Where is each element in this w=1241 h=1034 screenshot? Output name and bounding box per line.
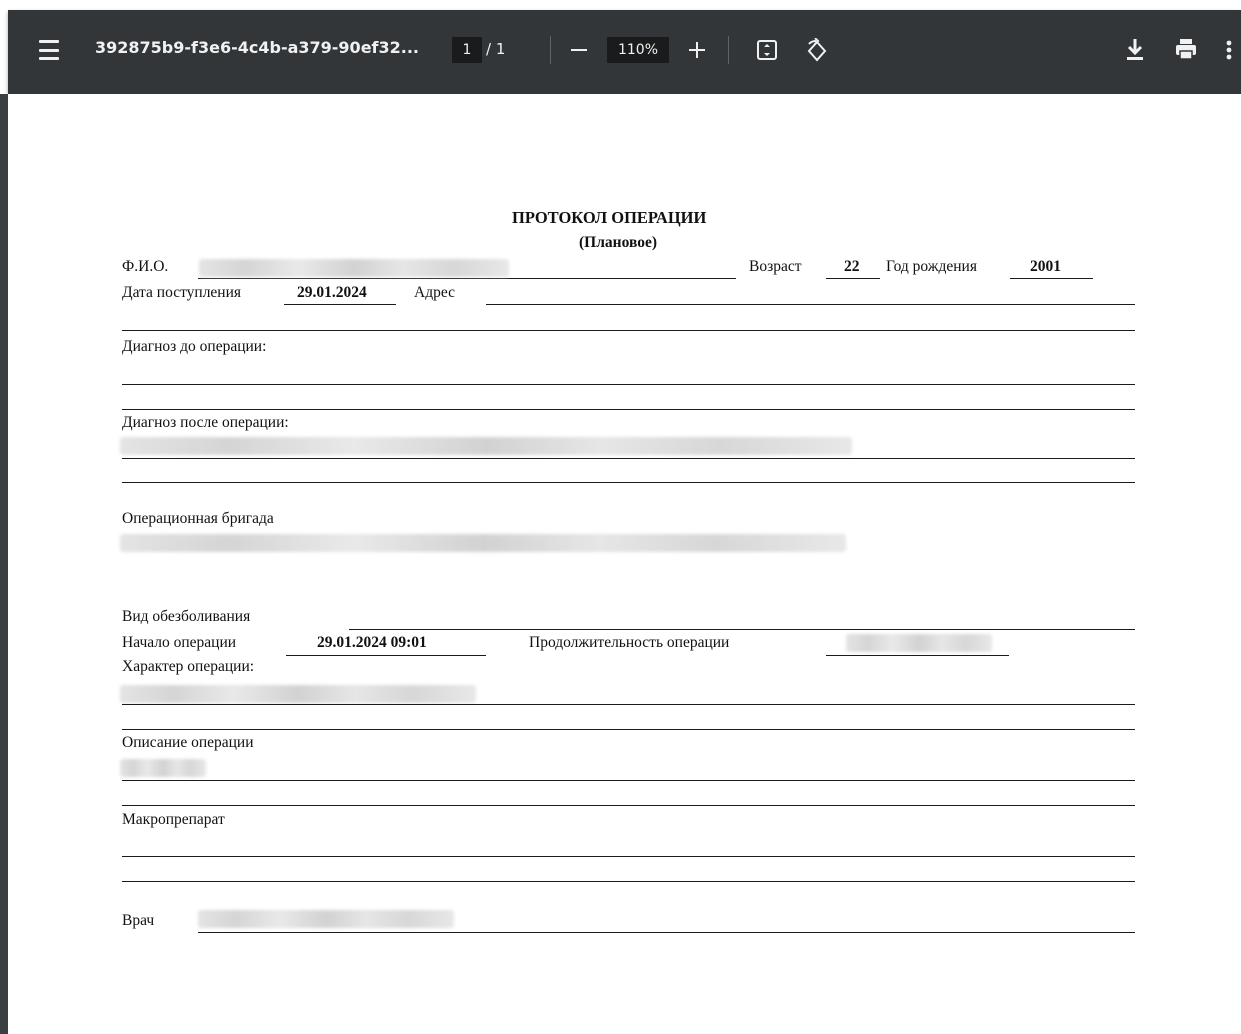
section-divider bbox=[122, 458, 1135, 459]
birth-year-underline bbox=[1010, 278, 1093, 279]
zoom-level-input[interactable]: 110% bbox=[607, 37, 669, 63]
section-divider bbox=[122, 330, 1135, 331]
fio-redacted bbox=[199, 259, 509, 277]
pdf-page: ПРОТОКОЛ ОПЕРАЦИИ (Плановое) Ф.И.О. Возр… bbox=[8, 94, 1241, 1034]
character-redacted bbox=[120, 685, 476, 703]
anesthesia-underline bbox=[349, 629, 1135, 630]
section-divider bbox=[122, 881, 1135, 882]
toolbar-divider bbox=[728, 36, 729, 64]
address-underline bbox=[486, 304, 1135, 305]
zoom-in-icon[interactable] bbox=[686, 39, 708, 61]
duration-underline bbox=[826, 655, 1009, 656]
menu-icon[interactable] bbox=[38, 40, 60, 60]
diagnosis-after-redacted bbox=[120, 437, 852, 455]
description-redacted bbox=[120, 759, 206, 777]
viewer-scroll-edge bbox=[0, 94, 8, 1034]
page-total: / 1 bbox=[486, 40, 506, 58]
document-title: 392875b9-f3e6-4c4b-a379-90ef32... bbox=[95, 38, 419, 57]
duration-label: Продолжительность операции bbox=[529, 634, 730, 651]
section-divider bbox=[122, 409, 1135, 410]
toolbar-divider bbox=[550, 36, 551, 64]
section-divider bbox=[122, 780, 1135, 781]
description-label: Описание операции bbox=[122, 734, 254, 751]
more-icon[interactable] bbox=[1224, 37, 1234, 63]
birth-year-value: 2001 bbox=[1030, 258, 1061, 275]
address-label: Адрес bbox=[414, 284, 455, 301]
start-underline bbox=[286, 655, 486, 656]
team-redacted bbox=[120, 534, 846, 552]
document-heading: ПРОТОКОЛ ОПЕРАЦИИ bbox=[512, 208, 707, 227]
age-underline bbox=[826, 278, 880, 279]
start-value: 29.01.2024 09:01 bbox=[317, 634, 427, 651]
admission-underline bbox=[284, 304, 396, 305]
section-divider bbox=[122, 384, 1135, 385]
pdf-toolbar: 392875b9-f3e6-4c4b-a379-90ef32... 1 / 1 … bbox=[8, 10, 1241, 94]
rotate-icon[interactable] bbox=[804, 38, 830, 64]
fit-page-icon[interactable] bbox=[755, 38, 779, 62]
duration-redacted bbox=[846, 634, 992, 652]
section-divider bbox=[122, 856, 1135, 857]
admission-label: Дата поступления bbox=[122, 284, 242, 301]
doctor-redacted bbox=[198, 910, 454, 928]
birth-year-label: Год рождения bbox=[886, 258, 977, 275]
start-label: Начало операции bbox=[122, 634, 237, 651]
age-value: 22 bbox=[844, 258, 860, 275]
print-icon[interactable] bbox=[1173, 36, 1199, 62]
page-number-input[interactable]: 1 bbox=[452, 37, 482, 63]
download-icon[interactable] bbox=[1123, 36, 1147, 62]
admission-value: 29.01.2024 bbox=[297, 284, 367, 301]
zoom-out-icon[interactable] bbox=[568, 40, 590, 60]
team-label: Операционная бригада bbox=[122, 510, 274, 527]
section-divider bbox=[122, 482, 1135, 483]
fio-label: Ф.И.О. bbox=[122, 258, 169, 275]
section-divider bbox=[122, 805, 1135, 806]
macro-label: Макропрепарат bbox=[122, 811, 225, 828]
document-subheading: (Плановое) bbox=[579, 234, 658, 251]
fio-underline bbox=[198, 278, 736, 279]
doctor-underline bbox=[198, 932, 1135, 933]
anesthesia-label: Вид обезболивания bbox=[122, 608, 251, 625]
diagnosis-after-label: Диагноз после операции: bbox=[122, 414, 289, 431]
section-divider bbox=[122, 729, 1135, 730]
section-divider bbox=[122, 704, 1135, 705]
character-label: Характер операции: bbox=[122, 658, 255, 675]
diagnosis-before-label: Диагноз до операции: bbox=[122, 338, 267, 355]
doctor-label: Врач bbox=[122, 912, 155, 929]
age-label: Возраст bbox=[749, 258, 802, 275]
